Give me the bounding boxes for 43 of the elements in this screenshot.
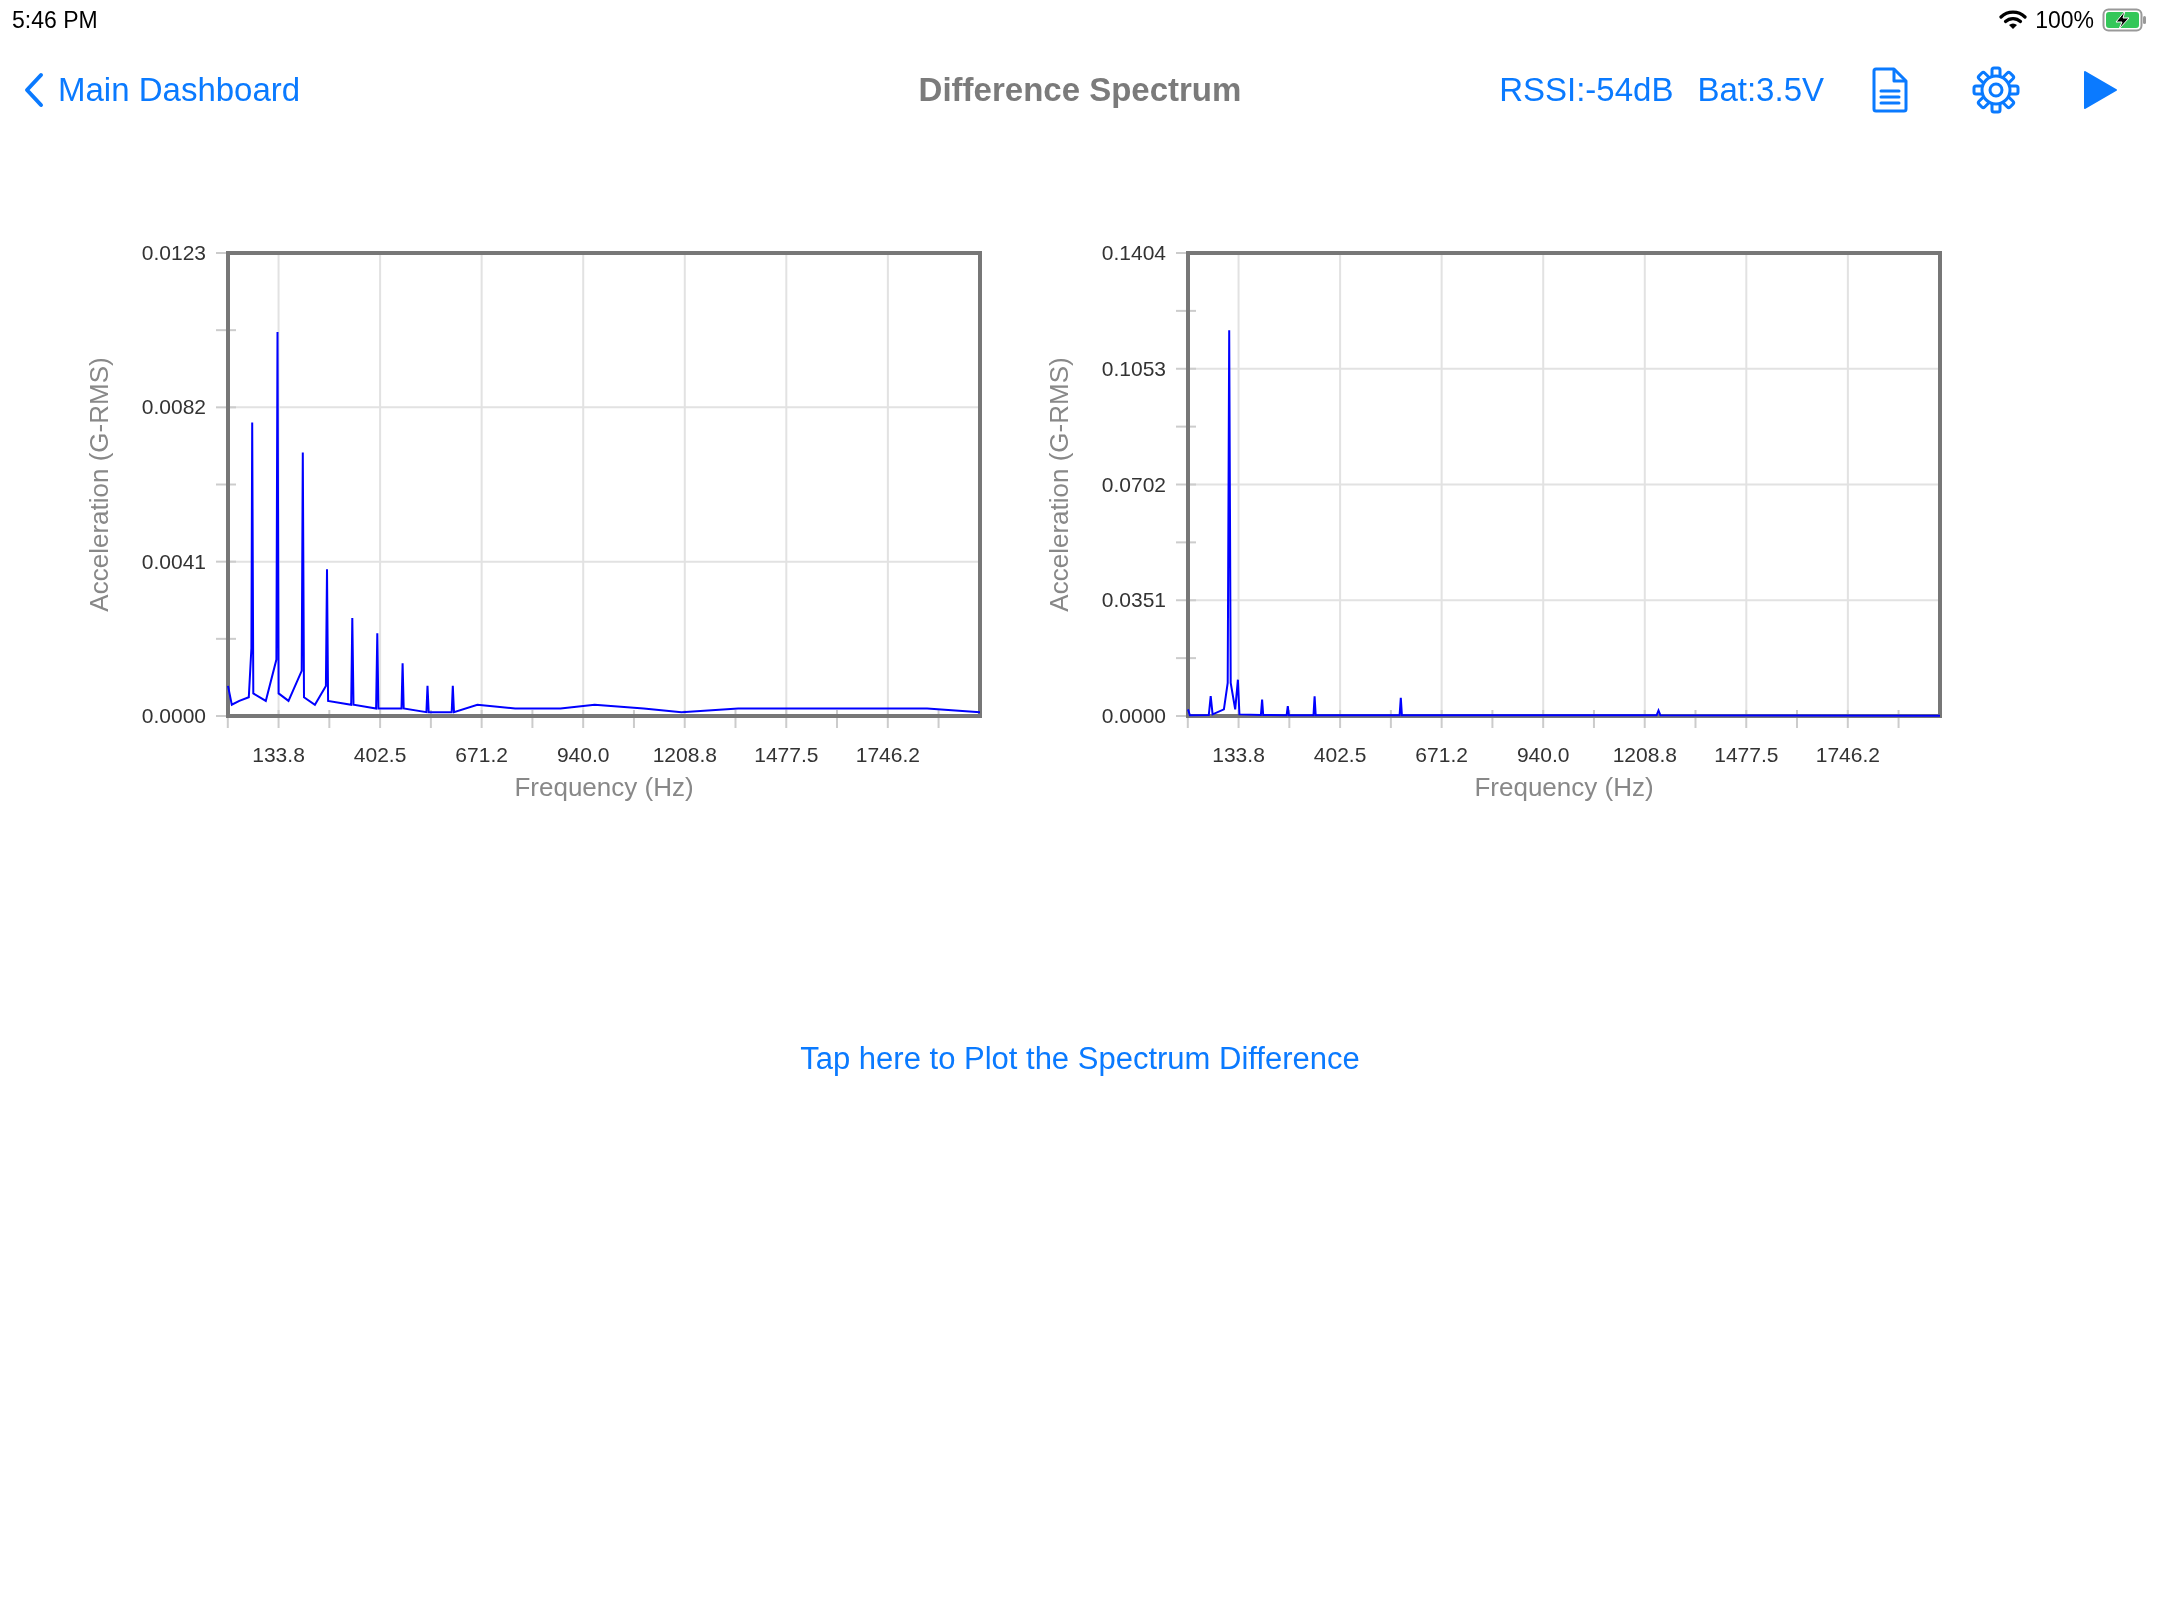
x-axis-title: Frequency (Hz) — [1474, 772, 1654, 802]
document-icon — [1870, 67, 1910, 113]
chevron-left-icon — [24, 72, 44, 108]
y-tick-label: 0.1404 — [1101, 241, 1166, 264]
y-tick-label: 0.0123 — [141, 241, 206, 264]
x-tick-label: 402.5 — [353, 743, 407, 766]
play-button[interactable] — [2082, 70, 2118, 110]
x-tick-label: 1208.8 — [1612, 743, 1677, 766]
battery-voltage: Bat:3.5V — [1697, 70, 1824, 111]
x-tick-label: 1477.5 — [754, 743, 819, 766]
x-tick-label: 402.5 — [1313, 743, 1367, 766]
x-tick-label: 1208.8 — [652, 743, 717, 766]
x-tick-label: 133.8 — [252, 743, 305, 766]
y-tick-label: 0.0351 — [1101, 588, 1166, 612]
y-tick-label: 0.0041 — [141, 549, 206, 573]
status-time: 5:46 PM — [12, 5, 98, 35]
rssi-reading: RSSI:-54dB — [1499, 70, 1674, 111]
y-tick-label: 0.0000 — [1101, 704, 1166, 727]
y-tick-label: 0.0702 — [1101, 472, 1166, 496]
x-tick-label: 940.0 — [556, 743, 610, 766]
charging-battery-icon — [2102, 8, 2148, 32]
y-tick-label: 0.0000 — [141, 704, 206, 727]
y-axis-title: Acceleration (G-RMS) — [84, 357, 114, 612]
x-tick-label: 671.2 — [455, 743, 508, 766]
x-tick-label: 133.8 — [1212, 743, 1265, 766]
wifi-icon — [1999, 9, 2028, 31]
plot-difference-link[interactable]: Tap here to Plot the Spectrum Difference — [800, 1036, 1360, 1083]
document-button[interactable] — [1870, 67, 1910, 113]
x-axis-title: Frequency (Hz) — [514, 772, 694, 802]
play-icon — [2082, 70, 2118, 110]
settings-button[interactable] — [1972, 66, 2020, 114]
y-tick-label: 0.0082 — [141, 395, 206, 419]
screen-title: Difference Spectrum — [918, 71, 1242, 109]
x-tick-label: 1477.5 — [1714, 743, 1779, 766]
y-axis-title: Acceleration (G-RMS) — [1044, 357, 1074, 612]
battery-percent: 100% — [2035, 5, 2094, 35]
y-tick-label: 0.1053 — [1101, 356, 1166, 380]
settings-icon — [1972, 66, 2020, 114]
x-tick-label: 671.2 — [1415, 743, 1468, 766]
x-tick-label: 940.0 — [1516, 743, 1570, 766]
x-tick-label: 1746.2 — [1815, 743, 1880, 766]
back-button[interactable]: Main Dashboard — [24, 65, 301, 115]
x-tick-label: 1746.2 — [855, 743, 920, 766]
